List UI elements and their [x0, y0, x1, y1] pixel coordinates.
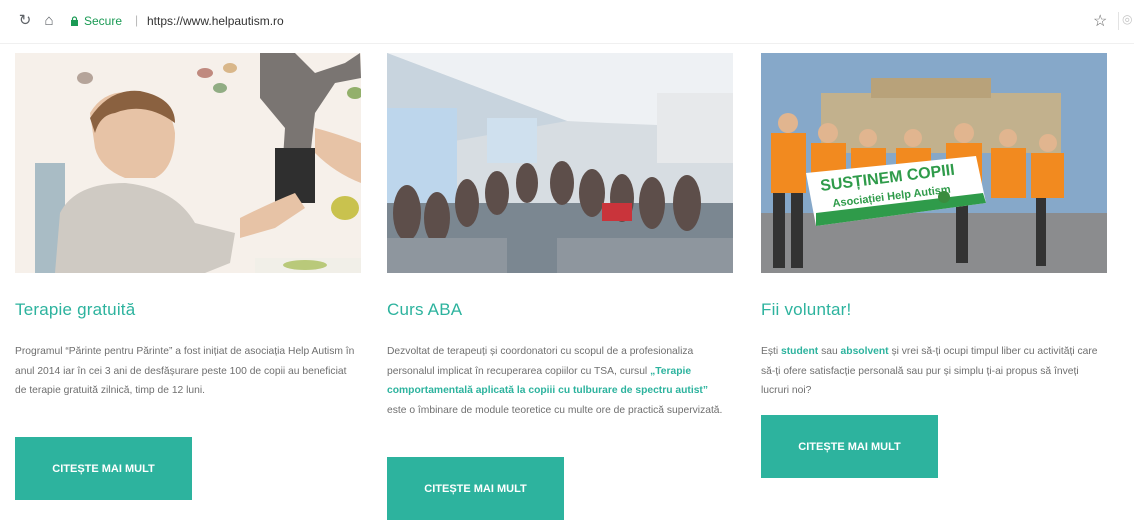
graduate-link[interactable]: absolvent: [841, 346, 889, 357]
star-icon[interactable]: ☆: [1093, 11, 1107, 31]
home-icon[interactable]: ⌂: [40, 12, 58, 30]
card-text-part: este o îmbinare de module teoretice cu m…: [387, 404, 723, 416]
aba-course-photo: [387, 53, 733, 273]
card-text: Programul “Părinte pentru Părinte” a fos…: [15, 346, 355, 397]
lock-icon: [70, 16, 79, 26]
read-more-button[interactable]: Citește mai mult: [387, 457, 564, 520]
secure-label: Secure: [84, 14, 123, 28]
card-aba-course: Curs ABA Dezvoltat de terapeuți și coord…: [387, 53, 733, 520]
address-separator: |: [135, 13, 139, 27]
address-bar[interactable]: https://www.helpautism.ro: [147, 14, 284, 28]
card-text: Dezvoltat de terapeuți și coordonatori c…: [387, 342, 727, 420]
browser-toolbar: ↻ ⌂ Secure | https://www.helpautism.ro ☆…: [0, 0, 1134, 44]
card-free-therapy: Terapie gratuită Programul “Părinte pent…: [15, 53, 361, 500]
card-text-part: Ești: [761, 346, 782, 357]
card-title: Fii voluntar!: [761, 300, 852, 319]
reload-icon[interactable]: ↻: [16, 12, 34, 30]
card-title: Curs ABA: [387, 300, 463, 319]
student-link[interactable]: student: [781, 346, 818, 357]
card-volunteer: SUSȚINEM COPIII Asociației Help Autism F…: [761, 53, 1107, 478]
free-therapy-photo: [15, 53, 361, 273]
extension-icon[interactable]: ◎: [1118, 12, 1134, 30]
card-title: Terapie gratuită: [15, 300, 136, 319]
card-text: Ești student sau absolvent și vrei să-ți…: [761, 342, 1101, 401]
card-text-part: Dezvoltat de terapeuți și coordonatori c…: [387, 346, 694, 377]
read-more-button[interactable]: Citește mai mult: [761, 415, 938, 478]
card-text-part: sau: [818, 346, 841, 357]
read-more-button[interactable]: Citește mai mult: [15, 437, 192, 500]
volunteer-photo: SUSȚINEM COPIII Asociației Help Autism: [761, 53, 1107, 273]
